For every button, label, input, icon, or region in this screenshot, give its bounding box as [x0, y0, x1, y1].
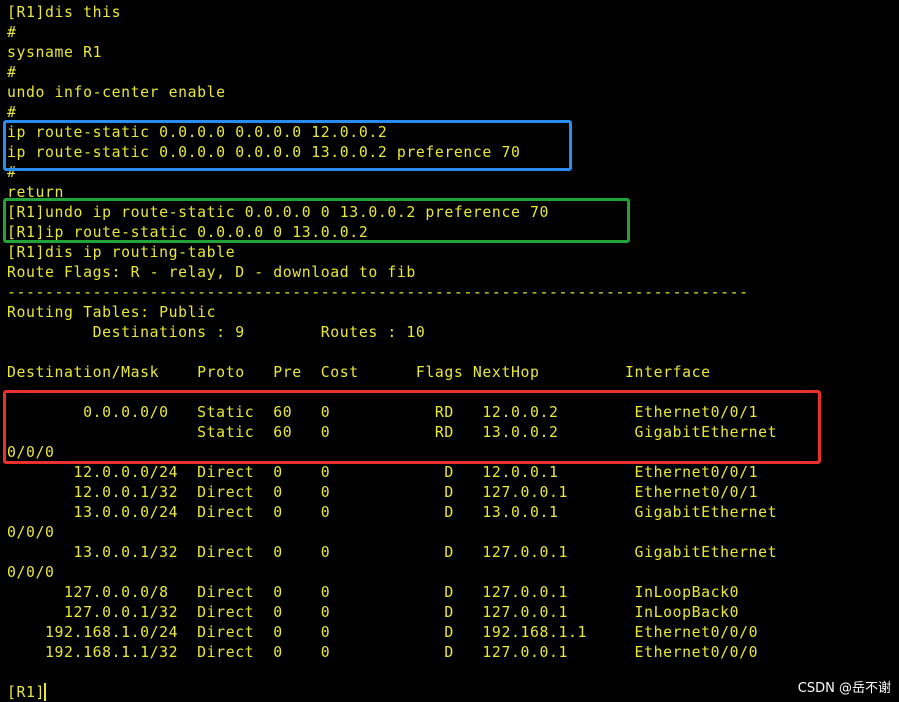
- terminal-line: [R1]dis ip routing-table: [7, 244, 236, 261]
- highlight-box-route-commands: [3, 198, 630, 243]
- terminal-line: 192.168.1.0/24 Direct 0 0 D 192.168.1.1 …: [7, 624, 759, 641]
- terminal-line: 12.0.0.1/32 Direct 0 0 D 127.0.0.1 Ether…: [7, 484, 759, 501]
- terminal-line: Destinations : 9 Routes : 10: [7, 324, 426, 341]
- terminal-line: #: [7, 64, 17, 81]
- highlight-box-default-routes: [3, 390, 821, 464]
- terminal-line: ----------------------------------------…: [7, 284, 749, 301]
- terminal-line: Route Flags: R - relay, D - download to …: [7, 264, 416, 281]
- text-cursor: [44, 683, 46, 701]
- terminal-line: 13.0.0.1/32 Direct 0 0 D 127.0.0.1 Gigab…: [7, 544, 778, 561]
- terminal-line: [R1]: [7, 684, 46, 701]
- terminal-line: undo info-center enable: [7, 84, 226, 101]
- terminal-line: 127.0.0.1/32 Direct 0 0 D 127.0.0.1 InLo…: [7, 604, 740, 621]
- highlight-box-static-routes: [3, 120, 572, 171]
- terminal-line: 0/0/0: [7, 564, 55, 581]
- terminal-line: Routing Tables: Public: [7, 304, 217, 321]
- terminal-line: Destination/Mask Proto Pre Cost Flags Ne…: [7, 364, 711, 381]
- watermark-label: CSDN @岳不谢: [797, 681, 891, 696]
- terminal-window[interactable]: [R1]dis this # sysname R1 # undo info-center…: [0, 0, 899, 702]
- terminal-line: 192.168.1.1/32 Direct 0 0 D 127.0.0.1 Et…: [7, 644, 759, 661]
- terminal-line: 0/0/0: [7, 524, 55, 541]
- terminal-line: sysname R1: [7, 44, 103, 61]
- terminal-line: 13.0.0.0/24 Direct 0 0 D 13.0.0.1 Gigabi…: [7, 504, 778, 521]
- terminal-line: 12.0.0.0/24 Direct 0 0 D 12.0.0.1 Ethern…: [7, 464, 759, 481]
- terminal-line: 127.0.0.0/8 Direct 0 0 D 127.0.0.1 InLoo…: [7, 584, 740, 601]
- terminal-line: #: [7, 24, 17, 41]
- terminal-line: [R1]dis this: [7, 4, 122, 21]
